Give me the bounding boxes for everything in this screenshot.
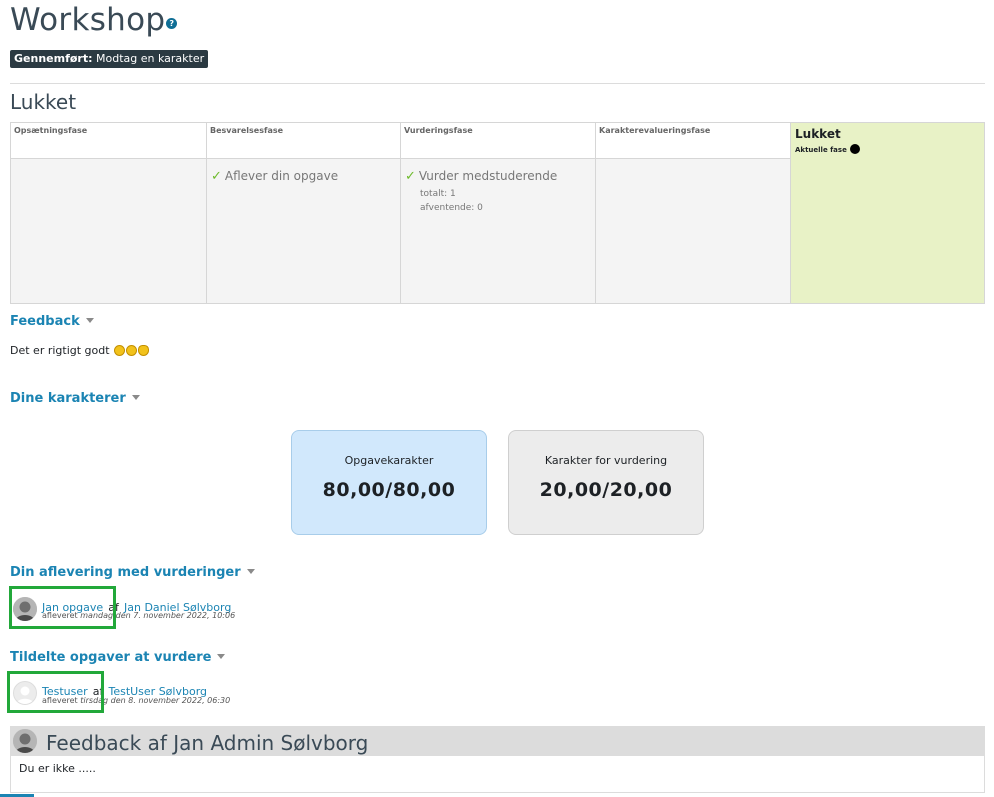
phase-closed: Lukket Aktuelle fase	[790, 123, 984, 303]
task-item: ✓ Vurder medstuderende	[405, 169, 591, 184]
smile-emoji-icon	[114, 345, 126, 356]
task-item: ✓ Aflever din opgave	[211, 169, 396, 184]
phase-table: Opsætningsfase Besvarelsesfase ✓ Aflever …	[10, 122, 985, 304]
grade-card-value: 20,00/20,00	[539, 479, 673, 501]
caret-down-icon	[131, 395, 140, 400]
assigned-section-toggle[interactable]: Tildelte opgaver at vurdere	[10, 650, 226, 665]
divider	[10, 83, 985, 84]
phase-submission: Besvarelsesfase ✓ Aflever din opgave	[206, 123, 400, 303]
avatar	[13, 729, 37, 753]
submission-section-toggle[interactable]: Din aflevering med vurderinger	[10, 565, 255, 580]
badge-text: Modtag en karakter	[96, 52, 205, 65]
current-phase-label: Aktuelle fase	[795, 146, 847, 154]
caret-down-icon	[85, 318, 94, 323]
task-label: Vurder medstuderende	[418, 169, 558, 183]
badge-label: Gennemført:	[14, 52, 93, 65]
caret-down-icon	[217, 654, 226, 659]
highlight-box	[7, 671, 104, 713]
highlight-box	[9, 586, 116, 629]
phase-name: Lukket	[795, 127, 841, 141]
grade-card-label: Karakter for vurdering	[544, 454, 668, 467]
caret-down-icon	[246, 569, 255, 574]
feedback-text: Det er rigtigt godt	[10, 344, 150, 357]
question-icon[interactable]: ?	[166, 18, 178, 29]
current-dot-icon	[849, 144, 860, 154]
meta-date: den 8. november 2022, 06:30	[110, 696, 231, 705]
grade-card-submission: Opgavekarakter 80,00/80,00	[291, 430, 487, 535]
feedback-heading: Feedback	[10, 314, 80, 329]
phase-name: Vurderingsfase	[401, 123, 595, 158]
current-phase-title: Lukket	[10, 90, 77, 114]
check-icon: ✓	[211, 169, 222, 184]
phase-body: ✓ Aflever din opgave	[207, 158, 400, 303]
detail-total: totalt: 1	[420, 189, 456, 199]
task-label: Aflever din opgave	[224, 169, 339, 183]
phase-assessment: Vurderingsfase ✓ Vurder medstuderende tot…	[400, 123, 595, 303]
completion-badge: Gennemført: Modtag en karakter	[10, 50, 209, 68]
phase-setup: Opsætningsfase	[11, 123, 206, 303]
phase-body	[11, 158, 206, 303]
grades-section-toggle[interactable]: Dine karakterer	[10, 391, 140, 406]
feedback-by-title: Feedback af Jan Admin Sølvborg	[46, 731, 369, 755]
hand-emoji-icon	[138, 345, 150, 356]
meta-date: den 7. november 2022, 10:06	[115, 611, 236, 620]
phase-body	[596, 158, 790, 303]
feedback-by-text: Du er ikke .....	[19, 762, 96, 775]
submission-heading: Din aflevering med vurderinger	[10, 565, 241, 580]
phase-body: ✓ Vurder medstuderende totalt: 1 afventen…	[401, 158, 595, 303]
assigned-heading: Tildelte opgaver at vurdere	[10, 650, 212, 665]
detail-pending: afventende: 0	[420, 203, 483, 213]
page-title-text: Workshop	[10, 2, 166, 38]
phase-evaluation: Karakterevalueringsfase	[595, 123, 790, 303]
grade-card-label: Opgavekarakter	[344, 454, 434, 467]
grade-card-assessment: Karakter for vurdering 20,00/20,00	[508, 430, 704, 535]
check-icon: ✓	[405, 169, 416, 184]
feedback-section-toggle[interactable]: Feedback	[10, 314, 94, 329]
grades-heading: Dine karakterer	[10, 391, 126, 406]
grin-emoji-icon	[126, 345, 138, 356]
grade-card-value: 80,00/80,00	[322, 479, 456, 501]
task-details: totalt: 1 afventende: 0	[420, 187, 591, 215]
phase-name: Opsætningsfase	[11, 123, 206, 158]
user-photo-icon	[13, 729, 37, 753]
page-title: Workshop?	[10, 2, 178, 38]
phase-name: Karakterevalueringsfase	[596, 123, 790, 158]
feedback-by-body	[10, 755, 985, 793]
feedback-text-value: Det er rigtigt godt	[10, 344, 110, 357]
phase-name: Besvarelsesfase	[207, 123, 400, 158]
current-phase-indicator: Aktuelle fase	[791, 141, 984, 157]
